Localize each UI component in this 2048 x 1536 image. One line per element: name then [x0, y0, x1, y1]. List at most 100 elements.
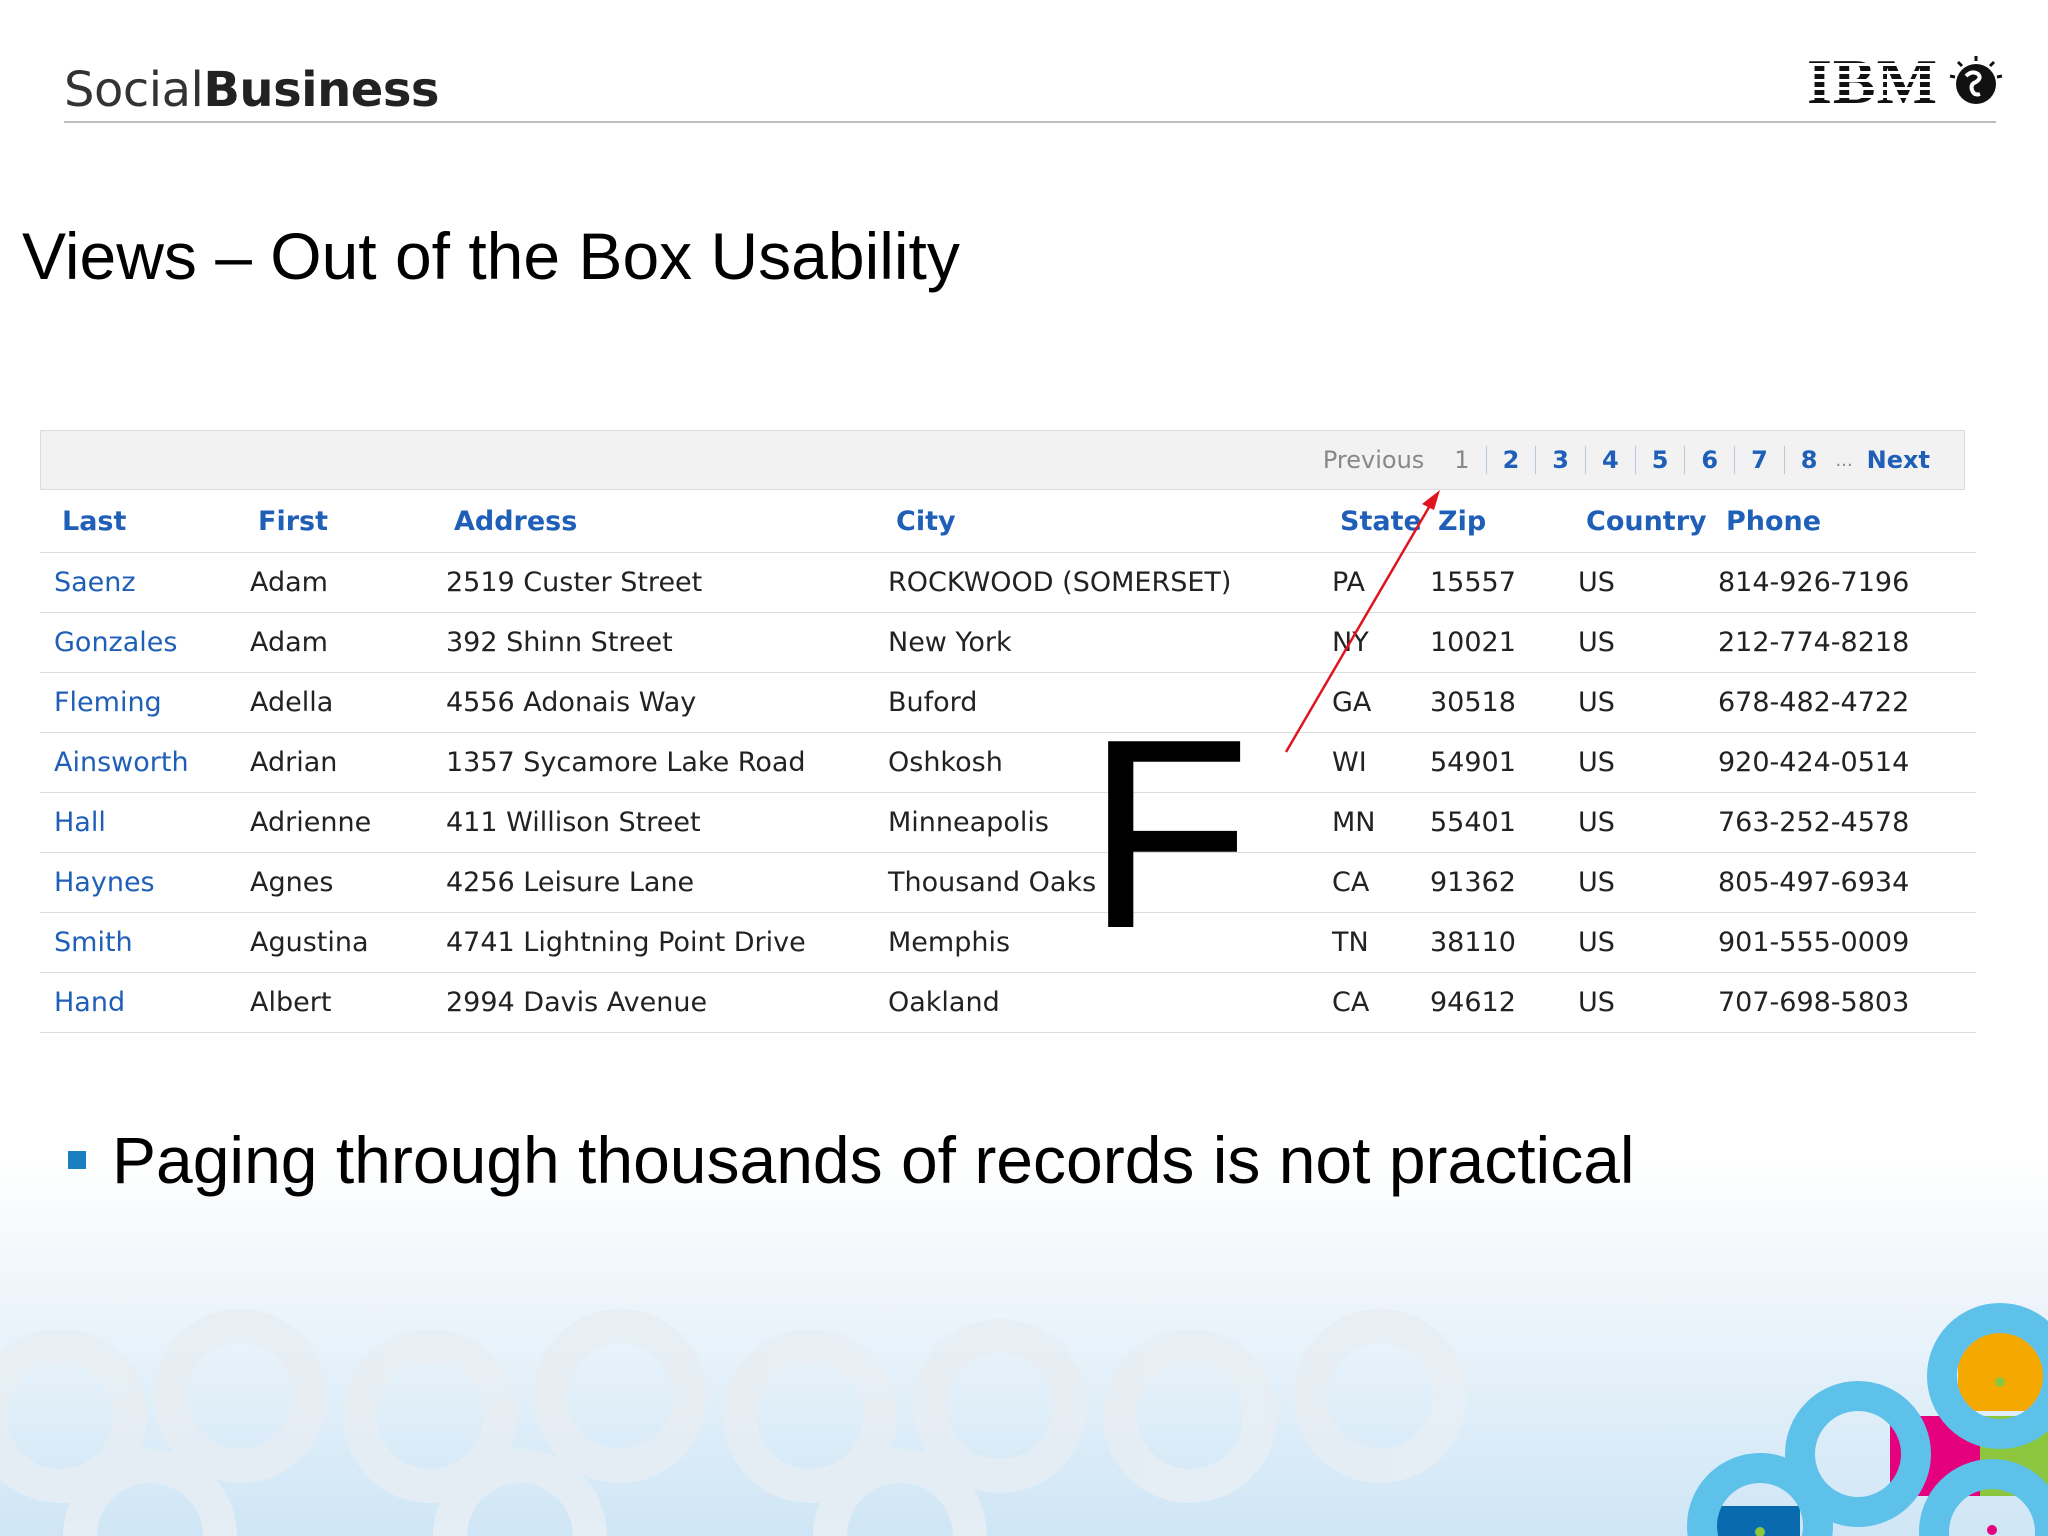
cell-country: US	[1564, 552, 1704, 613]
cell-state: GA	[1318, 672, 1416, 733]
cell-country: US	[1564, 972, 1704, 1033]
slide-title: Views – Out of the Box Usability	[22, 219, 960, 293]
table-row: Hand Albert 2994 Davis Avenue Oakland CA…	[40, 972, 1976, 1033]
view-table: Previous 1 2 3 4 5 6 7 8 ... Next Last F…	[40, 430, 1976, 1033]
cell-state: CA	[1318, 972, 1416, 1033]
cell-zip: 55401	[1416, 792, 1564, 853]
cell-zip: 91362	[1416, 852, 1564, 913]
pager-page-link[interactable]: 5	[1634, 446, 1685, 474]
cell-address: 411 Willison Street	[432, 792, 874, 853]
cell-zip: 54901	[1416, 732, 1564, 793]
pager-page-link[interactable]: 7	[1734, 446, 1784, 474]
cell-city: ROCKWOOD (SOMERSET)	[874, 552, 1318, 613]
pager-page-link[interactable]: 8	[1783, 446, 1834, 474]
pager-ellipsis: ...	[1835, 449, 1853, 471]
cell-phone: 901-555-0009	[1704, 912, 1976, 973]
cell-zip: 10021	[1416, 612, 1564, 673]
pager-page-current: 1	[1454, 446, 1470, 474]
cell-address: 2519 Custer Street	[432, 552, 874, 613]
cell-phone: 763-252-4578	[1704, 792, 1976, 853]
cell-state: MN	[1318, 792, 1416, 853]
column-header-first[interactable]: First	[236, 490, 432, 553]
cell-zip: 38110	[1416, 912, 1564, 973]
cell-state: PA	[1318, 552, 1416, 613]
cell-address: 2994 Davis Avenue	[432, 972, 874, 1033]
bullet-marker	[68, 1151, 86, 1169]
cell-first: Adrian	[236, 732, 432, 793]
cell-address: 4556 Adonais Way	[432, 672, 874, 733]
pager-bar: Previous 1 2 3 4 5 6 7 8 ... Next	[40, 430, 1965, 490]
cell-city: New York	[874, 612, 1318, 673]
table-row: Ainsworth Adrian 1357 Sycamore Lake Road…	[40, 732, 1976, 793]
table-row: Haynes Agnes 4256 Leisure Lane Thousand …	[40, 852, 1976, 913]
cell-phone: 678-482-4722	[1704, 672, 1976, 733]
annotation-f-letter: F	[1086, 684, 1251, 985]
cell-last-link[interactable]: Smith	[40, 912, 236, 973]
cell-first: Adam	[236, 552, 432, 613]
brand-bold-text: Business	[203, 62, 439, 118]
cell-zip: 94612	[1416, 972, 1564, 1033]
column-header-state[interactable]: State	[1318, 490, 1422, 553]
ibm-logo-text: IBM	[1807, 46, 1938, 117]
cell-address: 392 Shinn Street	[432, 612, 874, 673]
pager-page-link[interactable]: 2	[1485, 446, 1536, 474]
pager-page-link[interactable]: 6	[1684, 446, 1734, 474]
cell-first: Adella	[236, 672, 432, 733]
cell-phone: 920-424-0514	[1704, 732, 1976, 793]
column-header-city[interactable]: City	[874, 490, 1318, 553]
column-header-country[interactable]: Country	[1564, 490, 1707, 553]
brand-light-text: Social	[64, 62, 204, 118]
cell-address: 4741 Lightning Point Drive	[432, 912, 874, 973]
cell-phone: 212-774-8218	[1704, 612, 1976, 673]
cell-state: WI	[1318, 732, 1416, 793]
column-header-address[interactable]: Address	[432, 490, 874, 553]
cell-address: 1357 Sycamore Lake Road	[432, 732, 874, 793]
table-row: Saenz Adam 2519 Custer Street ROCKWOOD (…	[40, 552, 1976, 613]
cell-first: Adrienne	[236, 792, 432, 853]
cell-country: US	[1564, 912, 1704, 973]
pager-page-link[interactable]: 3	[1535, 446, 1585, 474]
cell-state: TN	[1318, 912, 1416, 973]
cell-state: CA	[1318, 852, 1416, 913]
cell-address: 4256 Leisure Lane	[432, 852, 874, 913]
table-row: Gonzales Adam 392 Shinn Street New York …	[40, 612, 1976, 673]
cell-last-link[interactable]: Haynes	[40, 852, 236, 913]
social-business-logo: SocialBusiness	[64, 62, 439, 118]
column-header-last[interactable]: Last	[40, 490, 236, 553]
cell-last-link[interactable]: Fleming	[40, 672, 236, 733]
table-row: Smith Agustina 4741 Lightning Point Driv…	[40, 912, 1976, 973]
cell-state: NY	[1318, 612, 1416, 673]
cell-first: Albert	[236, 972, 432, 1033]
bullet-item: Paging through thousands of records is n…	[68, 1122, 1635, 1198]
column-header-phone[interactable]: Phone	[1704, 490, 1976, 553]
cell-last-link[interactable]: Hand	[40, 972, 236, 1033]
column-header-zip[interactable]: Zip	[1416, 490, 1564, 553]
cell-first: Agnes	[236, 852, 432, 913]
cell-phone: 707-698-5803	[1704, 972, 1976, 1033]
pager-next-link[interactable]: Next	[1859, 446, 1930, 474]
cell-country: US	[1564, 852, 1704, 913]
ibm-logo: IBM	[1807, 50, 2004, 114]
header-divider	[64, 121, 1996, 123]
cell-country: US	[1564, 672, 1704, 733]
cell-country: US	[1564, 612, 1704, 673]
table-header-row: Last First Address City State Zip Countr…	[40, 490, 1976, 553]
bullet-text: Paging through thousands of records is n…	[112, 1123, 1635, 1197]
cell-first: Agustina	[236, 912, 432, 973]
cell-first: Adam	[236, 612, 432, 673]
table-row: Fleming Adella 4556 Adonais Way Buford G…	[40, 672, 1976, 733]
cell-country: US	[1564, 732, 1704, 793]
globe-icon	[1949, 56, 2003, 104]
pager-page-link[interactable]: 4	[1584, 446, 1635, 474]
cell-country: US	[1564, 792, 1704, 853]
pager-previous-link[interactable]: Previous	[1323, 446, 1424, 474]
records-table: Last First Address City State Zip Countr…	[40, 490, 1976, 1033]
cell-zip: 30518	[1416, 672, 1564, 733]
cell-last-link[interactable]: Ainsworth	[40, 732, 236, 793]
cell-last-link[interactable]: Hall	[40, 792, 236, 853]
cell-phone: 805-497-6934	[1704, 852, 1976, 913]
table-row: Hall Adrienne 411 Willison Street Minnea…	[40, 792, 1976, 853]
cell-last-link[interactable]: Gonzales	[40, 612, 236, 673]
cell-zip: 15557	[1416, 552, 1564, 613]
cell-last-link[interactable]: Saenz	[40, 552, 236, 613]
